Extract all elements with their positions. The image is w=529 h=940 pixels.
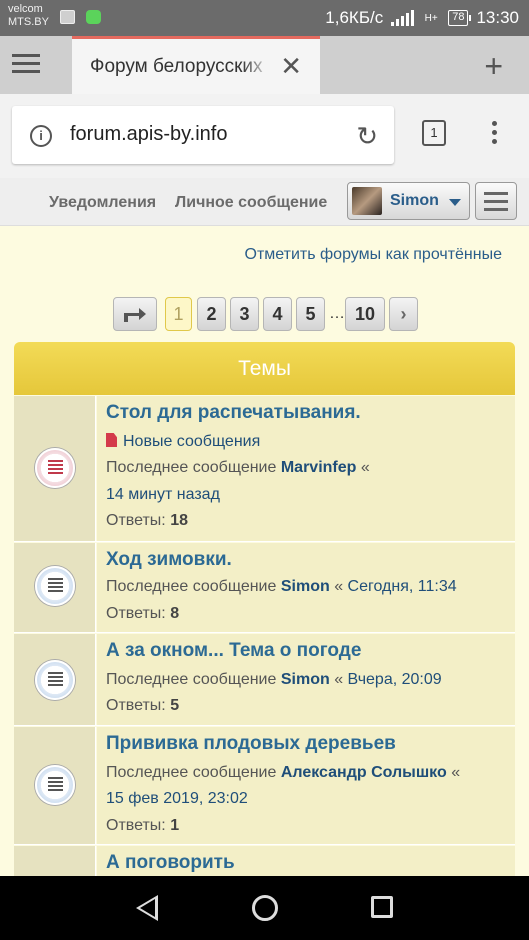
pagination-ellipsis: …: [329, 305, 345, 322]
topic-read-icon: [35, 566, 75, 606]
last-post-author[interactable]: Simon: [281, 671, 330, 688]
page-1[interactable]: 1: [165, 297, 192, 331]
avatar: [352, 187, 382, 215]
clock: 13:30: [476, 8, 519, 27]
last-post-info: Последнее сообщение Simon « Вчера, 20:09: [106, 671, 442, 688]
jump-arrow-icon: [124, 308, 146, 322]
status-bar: velcom MTS.BY 1,6КБ/с H+ 78 13:30: [0, 0, 529, 36]
new-tab-icon[interactable]: +: [484, 48, 503, 85]
topic-row: Прививка плодовых деревьев Последнее соо…: [14, 727, 515, 845]
private-message-link[interactable]: Личное сообщение: [175, 194, 327, 212]
tab-switcher-menu-icon[interactable]: [12, 54, 40, 76]
topic-title[interactable]: А поговорить: [106, 852, 235, 874]
last-post-time[interactable]: 14 минут назад: [106, 486, 220, 504]
topic-row: А за окном... Тема о погоде Последнее со…: [14, 634, 515, 726]
more-menu-icon[interactable]: [492, 121, 498, 148]
page-5[interactable]: 5: [296, 297, 325, 331]
topic-row: Ход зимовки. Последнее сообщение Simon «…: [14, 543, 515, 633]
recent-apps-icon[interactable]: [371, 896, 393, 918]
chevron-down-icon: [449, 199, 461, 206]
last-post-time[interactable]: Вчера, 20:09: [348, 671, 442, 688]
replies-count: Ответы: 18: [106, 512, 188, 529]
page-4[interactable]: 4: [263, 297, 292, 331]
url-text[interactable]: forum.apis-by.info: [70, 123, 227, 146]
carrier-name-1: velcom: [8, 3, 43, 15]
toolbar: i forum.apis-by.info ↻ 1: [0, 94, 529, 178]
replies-count: Ответы: 5: [106, 697, 180, 714]
topic-read-icon: [35, 660, 75, 700]
replies-count: Ответы: 1: [106, 817, 180, 834]
gallery-notification-icon: [60, 10, 75, 24]
system-nav-bar: [0, 876, 529, 940]
mark-forums-read-link[interactable]: Отметить форумы как прочтённые: [245, 246, 503, 264]
notifications-link[interactable]: Уведомления: [49, 194, 156, 212]
topic-read-icon: [35, 765, 75, 805]
tab-active[interactable]: Форум белорусских ✕: [72, 36, 320, 94]
address-bar[interactable]: i forum.apis-by.info ↻: [12, 106, 394, 164]
hamburger-menu-icon[interactable]: [475, 182, 517, 220]
topic-title[interactable]: Прививка плодовых деревьев: [106, 733, 396, 755]
unread-topic-icon: [35, 448, 75, 488]
topic-title[interactable]: Стол для распечатывания.: [106, 402, 361, 424]
carrier-info: velcom MTS.BY: [8, 3, 49, 29]
carrier-name-2: MTS.BY: [8, 16, 49, 28]
replies-count: Ответы: 8: [106, 605, 180, 622]
last-post-info: Последнее сообщение Marvinfep «: [106, 459, 370, 476]
tab-strip: Форум белорусских ✕ +: [0, 36, 529, 94]
whatsapp-notification-icon: [86, 10, 101, 24]
status-right: 1,6КБ/с H+ 78 13:30: [325, 8, 519, 28]
home-icon[interactable]: [252, 895, 278, 921]
page-2[interactable]: 2: [197, 297, 226, 331]
last-post-author[interactable]: Александр Солышко: [281, 764, 447, 781]
reload-icon[interactable]: ↻: [356, 121, 378, 152]
info-icon[interactable]: i: [30, 125, 52, 147]
next-page-button[interactable]: ›: [389, 297, 418, 331]
new-posts-link[interactable]: Новые сообщения: [106, 433, 260, 451]
last-post-time[interactable]: Сегодня, 11:34: [348, 578, 457, 595]
close-icon[interactable]: ✕: [280, 51, 302, 82]
tabs-count-button[interactable]: 1: [422, 120, 446, 146]
signal-icon: [391, 10, 415, 26]
topic-row: Стол для распечатывания. Новые сообщения…: [14, 396, 515, 542]
page-3[interactable]: 3: [230, 297, 259, 331]
jump-to-page-button[interactable]: [113, 297, 157, 331]
last-post-author[interactable]: Marvinfep: [281, 459, 357, 476]
forum-nav-bar: Уведомления Личное сообщение Simon: [0, 178, 529, 226]
network-speed: 1,6КБ/с: [325, 8, 384, 27]
last-post-author[interactable]: Simon: [281, 578, 330, 595]
topic-title[interactable]: Ход зимовки.: [106, 549, 232, 571]
last-post-info: Последнее сообщение Simon « Сегодня, 11:…: [106, 578, 457, 595]
user-menu-button[interactable]: Simon: [347, 182, 470, 220]
last-post-info: Последнее сообщение Александр Солышко «: [106, 764, 461, 781]
battery-icon: 78: [448, 10, 472, 26]
topic-title[interactable]: А за окном... Тема о погоде: [106, 640, 361, 662]
last-post-time[interactable]: 15 фев 2019, 23:02: [106, 790, 248, 808]
page-last[interactable]: 10: [345, 297, 385, 331]
new-posts-icon: [106, 433, 117, 447]
topic-row: А поговорить: [14, 846, 515, 876]
topics-header: Темы: [14, 342, 515, 395]
network-type: H+: [424, 12, 438, 24]
back-icon[interactable]: [136, 895, 158, 921]
user-name: Simon: [390, 192, 439, 209]
